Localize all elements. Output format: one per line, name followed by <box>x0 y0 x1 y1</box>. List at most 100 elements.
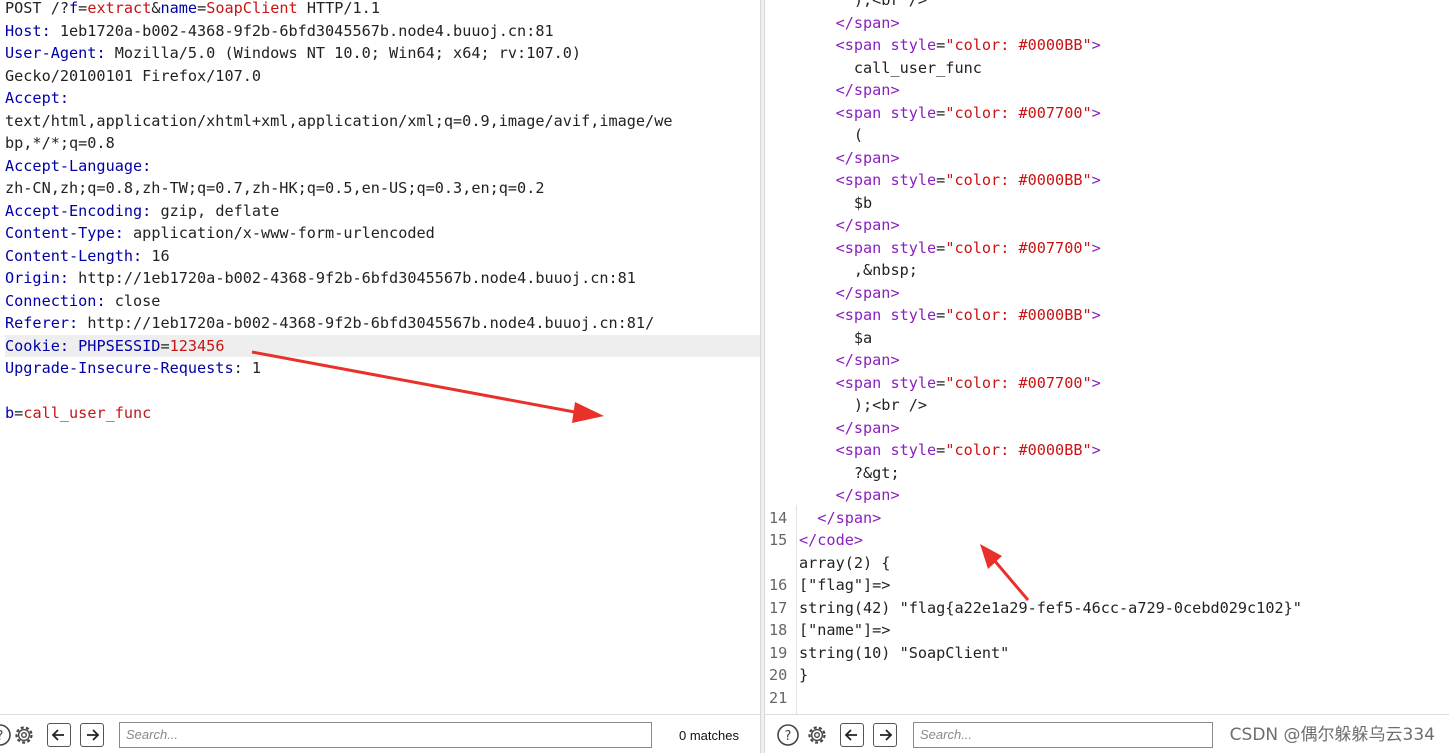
header-value: http://1eb1720a-b002-4368-9f2b-6bfd30455… <box>78 314 655 332</box>
response-text: } <box>799 666 809 684</box>
header-value: bp,*/*;q=0.8 <box>5 134 115 152</box>
line-number: 14 <box>769 508 788 527</box>
response-line: ?&gt; <box>765 462 1449 485</box>
header-key: Accept <box>5 89 60 107</box>
response-text: ?&gt; <box>853 463 900 482</box>
header-line: Connection: close <box>5 291 161 310</box>
response-pane[interactable]: );<br /> </span> <span style="color: #00… <box>765 0 1449 753</box>
response-line: $a <box>765 327 1449 350</box>
response-text: ["name"]=> <box>799 621 891 639</box>
header-key: Content-Length <box>5 246 134 265</box>
header-line: Host: 1eb1720a-b002-4368-9f2b-6bfd304556… <box>5 21 554 40</box>
response-line: call_user_func <box>765 57 1449 80</box>
response-text: </code> <box>799 531 864 549</box>
response-text: string(42) "flag{a22e1a29-fef5-46cc-a729… <box>799 598 1302 617</box>
svg-text:?: ? <box>0 729 3 744</box>
request-search-input[interactable]: Search... <box>119 722 652 748</box>
response-text: </span> <box>835 81 900 99</box>
response-line: </span> <box>765 79 1449 102</box>
header-key: User-Agent <box>5 44 97 62</box>
response-text: $b <box>853 193 873 212</box>
response-line: array(2) { <box>765 552 1449 575</box>
line-number: 21 <box>769 688 788 707</box>
response-line: 17 string(42) "flag{a22e1a29-fef5-46cc-a7… <box>765 597 1449 620</box>
request-editor[interactable]: POST /?f=extract&name=SoapClient HTTP/1.… <box>5 0 760 425</box>
response-text: ( <box>853 126 864 144</box>
header-line: Content-Length: 16 <box>5 246 170 265</box>
header-value: gzip, deflate <box>151 201 280 220</box>
response-text: );<br /> <box>853 0 928 9</box>
header-key: Connection <box>5 291 97 310</box>
response-line: 20} <box>765 664 1449 687</box>
header-value: http://1eb1720a-b002-4368-9f2b-6bfd30455… <box>69 269 636 287</box>
response-editor[interactable]: );<br /> </span> <span style="color: #00… <box>765 0 1449 709</box>
cookie-header: Cookie: PHPSESSID=123456 <box>5 334 760 357</box>
request-pane[interactable]: POST /?f=extract&name=SoapClient HTTP/1.… <box>0 0 760 753</box>
header-line: Accept-Encoding: gzip, deflate <box>5 201 280 220</box>
response-text: <span style="color: #007700"> <box>835 373 1101 392</box>
response-text: );<br /> <box>853 396 928 414</box>
response-text: </span> <box>835 351 900 369</box>
response-line: </span> <box>765 12 1449 35</box>
response-search-input[interactable]: Search... <box>913 722 1213 748</box>
response-text: </span> <box>817 508 882 527</box>
response-line: ( <box>765 124 1449 147</box>
header-value: 1eb1720a-b002-4368-9f2b-6bfd3045567b.nod… <box>50 21 554 40</box>
line-number: 15 <box>769 531 788 549</box>
header-line: bp,*/*;q=0.8 <box>5 132 760 155</box>
header-line: Origin: http://1eb1720a-b002-4368-9f2b-6… <box>5 269 636 287</box>
request-search-bar: ? Search... 0 matches <box>0 714 760 753</box>
header-key: Accept-Language <box>5 156 143 175</box>
header-line: Referer: http://1eb1720a-b002-4368-9f2b-… <box>5 314 655 332</box>
response-line: <span style="color: #007700"> <box>765 237 1449 260</box>
line-number: 19 <box>769 643 788 662</box>
response-text: </span> <box>835 148 900 167</box>
response-line: 14 </span> <box>765 507 1449 530</box>
response-text: </span> <box>835 13 900 32</box>
response-line: 16 ["flag"]=> <box>765 574 1449 597</box>
response-line: </span> <box>765 417 1449 440</box>
header-key: Origin <box>5 269 60 287</box>
line-number: 18 <box>769 621 788 639</box>
response-text: string(10) "SoapClient" <box>799 643 1010 662</box>
response-line: <span style="color: #0000BB"> <box>765 169 1449 192</box>
response-text: </span> <box>835 418 900 437</box>
previous-match-button[interactable] <box>840 723 864 747</box>
header-value: zh-CN,zh;q=0.8,zh-TW;q=0.7,zh-HK;q=0.5,e… <box>5 179 545 197</box>
response-line: 18 ["name"]=> <box>765 619 1449 642</box>
response-text: </span> <box>835 216 900 234</box>
header-value: 16 <box>142 246 170 265</box>
settings-gear-icon[interactable] <box>805 723 829 747</box>
header-line: User-Agent: Mozilla/5.0 (Windows NT 10.0… <box>5 44 582 62</box>
request-line: POST /?f=extract&name=SoapClient HTTP/1.… <box>5 0 380 17</box>
response-line: <span style="color: #0000BB"> <box>765 439 1449 462</box>
header-line: Accept-Language: <box>5 156 152 175</box>
response-text: <span style="color: #007700"> <box>835 238 1101 257</box>
help-icon[interactable]: ? <box>776 723 800 747</box>
response-line: <span style="color: #0000BB"> <box>765 304 1449 327</box>
response-line: 19 string(10) "SoapClient" <box>765 642 1449 665</box>
response-line: </span> <box>765 484 1449 507</box>
settings-gear-icon[interactable] <box>12 723 36 747</box>
next-match-button[interactable] <box>873 723 897 747</box>
help-icon[interactable]: ? <box>0 723 12 747</box>
match-count: 0 matches <box>679 728 739 743</box>
header-line: Accept: <box>5 89 70 107</box>
line-number: 20 <box>769 666 788 684</box>
response-line: <span style="color: #0000BB"> <box>765 34 1449 57</box>
response-text: <span style="color: #0000BB"> <box>835 306 1101 324</box>
response-line: );<br /> <box>765 0 1449 12</box>
response-line: <span style="color: #007700"> <box>765 102 1449 125</box>
response-text: ["flag"]=> <box>799 576 891 594</box>
response-line: 21 <box>765 687 1449 710</box>
gutter-separator <box>796 505 797 715</box>
response-text: <span style="color: #0000BB"> <box>835 441 1101 459</box>
header-value: application/x-www-form-urlencoded <box>123 224 435 242</box>
response-line: </span> <box>765 282 1449 305</box>
header-line: Content-Type: application/x-www-form-url… <box>5 224 435 242</box>
next-match-button[interactable] <box>80 723 104 747</box>
previous-match-button[interactable] <box>47 723 71 747</box>
header-value: close <box>105 291 161 310</box>
upgrade-header: Upgrade-Insecure-Requests: 1 <box>5 359 262 377</box>
